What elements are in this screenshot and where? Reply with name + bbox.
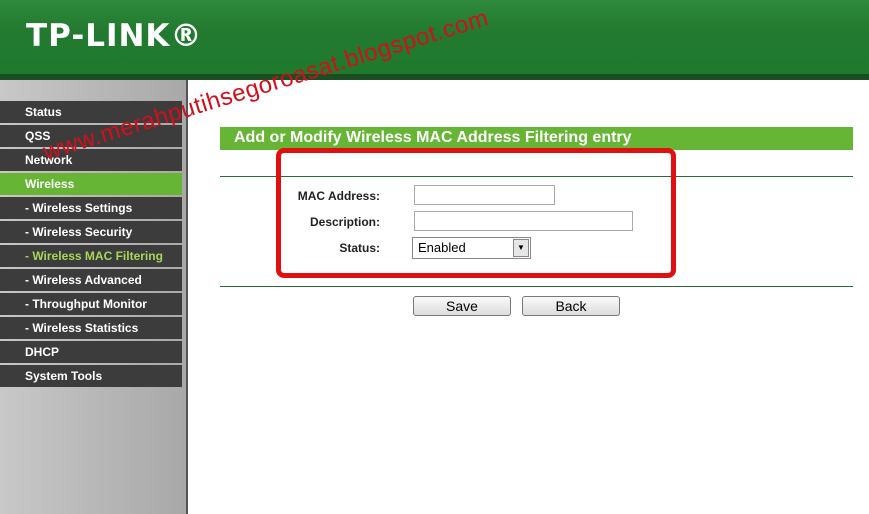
status-label: Status: — [339, 241, 380, 255]
sidebar-item-qss[interactable]: QSS — [0, 125, 182, 147]
chevron-down-icon[interactable]: ▼ — [513, 239, 529, 257]
tp-link-logo: TP-LINK® — [26, 18, 203, 54]
sidebar-item-dhcp[interactable]: DHCP — [0, 341, 182, 363]
description-input[interactable] — [414, 211, 633, 231]
mac-address-label: MAC Address: — [297, 189, 380, 203]
sidebar-item-throughput-monitor[interactable]: - Throughput Monitor — [0, 293, 182, 315]
status-select[interactable]: Enabled ▼ — [412, 237, 531, 259]
status-select-value: Enabled — [418, 240, 466, 255]
sidebar-item-wireless-statistics[interactable]: - Wireless Statistics — [0, 317, 182, 339]
mac-address-input[interactable] — [414, 185, 555, 205]
header: TP-LINK® — [0, 0, 869, 74]
save-button[interactable]: Save — [413, 296, 511, 316]
description-label: Description: — [309, 215, 380, 229]
sidebar-item-system-tools[interactable]: System Tools — [0, 365, 182, 387]
sidebar-item-wireless-settings[interactable]: - Wireless Settings — [0, 197, 182, 219]
sidebar-item-wireless-mac-filtering[interactable]: - Wireless MAC Filtering — [0, 245, 182, 267]
sidebar-item-network[interactable]: Network — [0, 149, 182, 171]
divider — [220, 286, 853, 287]
sidebar-item-wireless[interactable]: Wireless — [0, 173, 182, 195]
page-title: Add or Modify Wireless MAC Address Filte… — [220, 127, 853, 150]
main-content: Add or Modify Wireless MAC Address Filte… — [188, 80, 869, 514]
divider — [220, 176, 853, 177]
sidebar-item-status[interactable]: Status — [0, 101, 182, 123]
back-button[interactable]: Back — [522, 296, 620, 316]
sidebar-item-wireless-advanced[interactable]: - Wireless Advanced — [0, 269, 182, 291]
sidebar: Status QSS Network Wireless - Wireless S… — [0, 80, 186, 514]
sidebar-item-wireless-security[interactable]: - Wireless Security — [0, 221, 182, 243]
